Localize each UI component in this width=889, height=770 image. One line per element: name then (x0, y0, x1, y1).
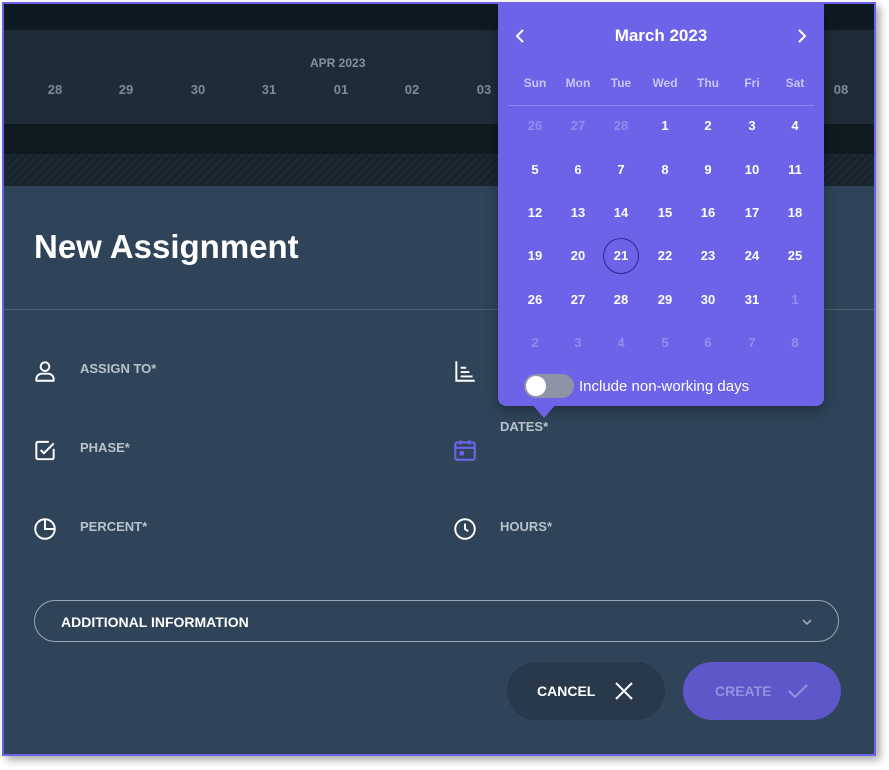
cancel-button-label: CANCEL (537, 683, 596, 699)
calendar-day[interactable]: 10 (730, 150, 774, 190)
calendar-day[interactable]: 16 (686, 193, 730, 233)
calendar-day-today[interactable]: 21 (599, 236, 643, 276)
weekday-header: Thu (697, 76, 719, 90)
dates-field[interactable]: DATES* (500, 419, 548, 434)
calendar-day[interactable]: 23 (686, 236, 730, 276)
calendar-day-outside-month[interactable]: 3 (556, 323, 600, 363)
cancel-button[interactable]: CANCEL (507, 662, 665, 720)
calendar-day[interactable]: 30 (686, 280, 730, 320)
calendar-day-outside-month[interactable]: 7 (730, 323, 774, 363)
timeline-day: 31 (261, 82, 277, 97)
checkmark-icon (788, 684, 808, 699)
gantt-icon (455, 361, 475, 382)
calendar-day[interactable]: 14 (599, 193, 643, 233)
create-button[interactable]: CREATE (683, 662, 841, 720)
clock-icon (454, 518, 476, 540)
calendar-day[interactable]: 9 (686, 150, 730, 190)
phase-field[interactable]: PHASE* (80, 440, 130, 455)
app-window: APR 2023 28 29 30 31 01 02 03 08 New Ass… (2, 2, 876, 756)
timeline-day: 29 (118, 82, 134, 97)
close-icon (615, 682, 633, 700)
calendar-day[interactable]: 29 (643, 280, 687, 320)
person-icon (35, 361, 55, 382)
calendar-day[interactable]: 4 (773, 106, 817, 146)
calendar-day[interactable]: 15 (643, 193, 687, 233)
hours-field[interactable]: HOURS* (500, 519, 552, 534)
timeline-day: 30 (190, 82, 206, 97)
calendar-day[interactable]: 3 (730, 106, 774, 146)
page-title: New Assignment (34, 228, 299, 265)
calendar-day[interactable]: 1 (643, 106, 687, 146)
calendar-day[interactable]: 31 (730, 280, 774, 320)
calendar-day[interactable]: 6 (556, 150, 600, 190)
calendar-day-outside-month[interactable]: 5 (643, 323, 687, 363)
calendar-day[interactable]: 5 (513, 150, 557, 190)
calendar-day[interactable]: 27 (556, 280, 600, 320)
calendar-day[interactable]: 18 (773, 193, 817, 233)
calendar-day-outside-month[interactable]: 27 (556, 106, 600, 146)
additional-information-label: ADDITIONAL INFORMATION (61, 614, 249, 630)
calendar-day[interactable]: 7 (599, 150, 643, 190)
timeline-month-label: APR 2023 (310, 56, 366, 70)
calendar-day-outside-month[interactable]: 8 (773, 323, 817, 363)
calendar-day-outside-month[interactable]: 4 (599, 323, 643, 363)
calendar-day[interactable]: 28 (599, 280, 643, 320)
timeline-day: 01 (333, 82, 349, 97)
weekday-header: Wed (652, 76, 678, 90)
create-button-label: CREATE (715, 683, 772, 699)
calendar-day-outside-month[interactable]: 26 (513, 106, 557, 146)
calendar-day[interactable]: 20 (556, 236, 600, 276)
non-working-days-label: Include non-working days (579, 378, 750, 395)
date-picker-pointer (530, 402, 558, 418)
calendar-day[interactable]: 13 (556, 193, 600, 233)
chevron-down-icon (802, 619, 812, 626)
calendar-day[interactable]: 17 (730, 193, 774, 233)
additional-information-toggle[interactable]: ADDITIONAL INFORMATION (34, 600, 839, 642)
weekday-header: Sat (785, 76, 805, 90)
calendar-day[interactable]: 26 (513, 280, 557, 320)
calendar-day[interactable]: 25 (773, 236, 817, 276)
calendar-day[interactable]: 11 (773, 150, 817, 190)
date-picker-popup: March 2023 Sun Mon Tue Wed Thu Fri Sat 26 27 28 1 2… (498, 4, 824, 406)
calendar-day-outside-month[interactable]: 6 (686, 323, 730, 363)
toggle-knob (526, 376, 546, 396)
calendar-day[interactable]: 19 (513, 236, 557, 276)
calendar-day[interactable]: 24 (730, 236, 774, 276)
timeline-day: 02 (404, 82, 420, 97)
calendar-icon (454, 440, 476, 461)
weekday-header: Fri (744, 76, 760, 90)
percent-field[interactable]: PERCENT* (80, 519, 147, 534)
weekday-header: Mon (565, 76, 591, 90)
non-working-days-toggle[interactable] (524, 374, 574, 398)
weekday-header: Tue (610, 76, 632, 90)
timeline-day: 08 (833, 82, 849, 97)
calendar-day[interactable]: 2 (686, 106, 730, 146)
weekday-header: Sun (523, 76, 547, 90)
timeline-day: 28 (47, 82, 63, 97)
checkbox-icon (35, 440, 55, 461)
calendar-day-outside-month[interactable]: 2 (513, 323, 557, 363)
assign-to-field[interactable]: ASSIGN TO* (80, 361, 156, 376)
next-month-button[interactable] (792, 26, 812, 46)
calendar-day-outside-month[interactable]: 1 (773, 280, 817, 320)
calendar-month-title: March 2023 (614, 26, 708, 45)
calendar-day[interactable]: 8 (643, 150, 687, 190)
pie-chart-icon (34, 518, 56, 540)
calendar-day[interactable]: 22 (643, 236, 687, 276)
calendar-day[interactable]: 12 (513, 193, 557, 233)
calendar-day-outside-month[interactable]: 28 (599, 106, 643, 146)
